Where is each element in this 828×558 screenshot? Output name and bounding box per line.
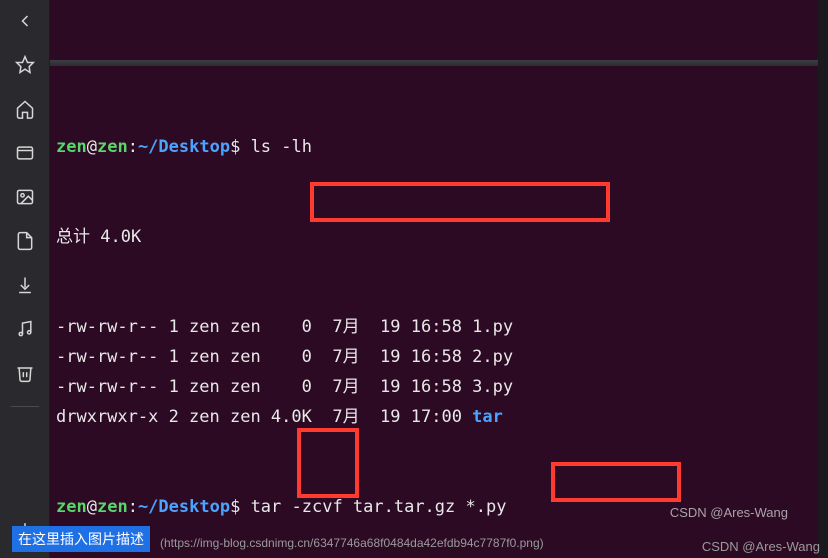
terminal[interactable]: zen@zen:~/Desktop$ ls -lh 总计 4.0K -rw-rw… — [50, 0, 818, 558]
highlight-box — [310, 182, 610, 222]
chevron-left-icon[interactable] — [10, 6, 40, 36]
image-icon[interactable] — [10, 182, 40, 212]
file-name: 1.py — [472, 317, 513, 337]
ls-row: -rw-rw-r-- 1 zen zen 0 7月 19 16:58 3.py — [56, 372, 812, 402]
command-text: tar -zcvf tar.tar.gz *.py — [251, 497, 507, 517]
watermark: CSDN @Ares-Wang — [702, 539, 820, 554]
ls-row: drwxrwxr-x 2 zen zen 4.0K 7月 19 17:00 ta… — [56, 402, 812, 432]
prompt-line: zen@zen:~/Desktop$ ls -lh — [56, 132, 812, 162]
caption-placeholder: 在这里插入图片描述 — [12, 526, 150, 552]
command-text: ls -lh — [251, 137, 312, 157]
sidebar-separator — [11, 406, 39, 407]
watermark: CSDN @Ares-Wang — [670, 498, 788, 528]
download-icon[interactable] — [10, 270, 40, 300]
star-icon[interactable] — [10, 50, 40, 80]
video-icon[interactable] — [10, 138, 40, 168]
music-icon[interactable] — [10, 314, 40, 344]
file-name: 3.py — [472, 377, 513, 397]
document-icon[interactable] — [10, 226, 40, 256]
home-icon[interactable] — [10, 94, 40, 124]
file-name: 2.py — [472, 347, 513, 367]
caption-url: (https://img-blog.csdnimg.cn/6347746a68f… — [160, 536, 544, 550]
file-name: tar — [472, 407, 503, 427]
ls-row: -rw-rw-r-- 1 zen zen 0 7月 19 16:58 1.py — [56, 312, 812, 342]
ls-row: -rw-rw-r-- 1 zen zen 0 7月 19 16:58 2.py — [56, 342, 812, 372]
activity-bar — [0, 0, 50, 558]
ls-total: 总计 4.0K — [56, 222, 812, 252]
window-titlebar — [50, 60, 818, 66]
highlight-box — [297, 428, 359, 498]
trash-icon[interactable] — [10, 358, 40, 388]
